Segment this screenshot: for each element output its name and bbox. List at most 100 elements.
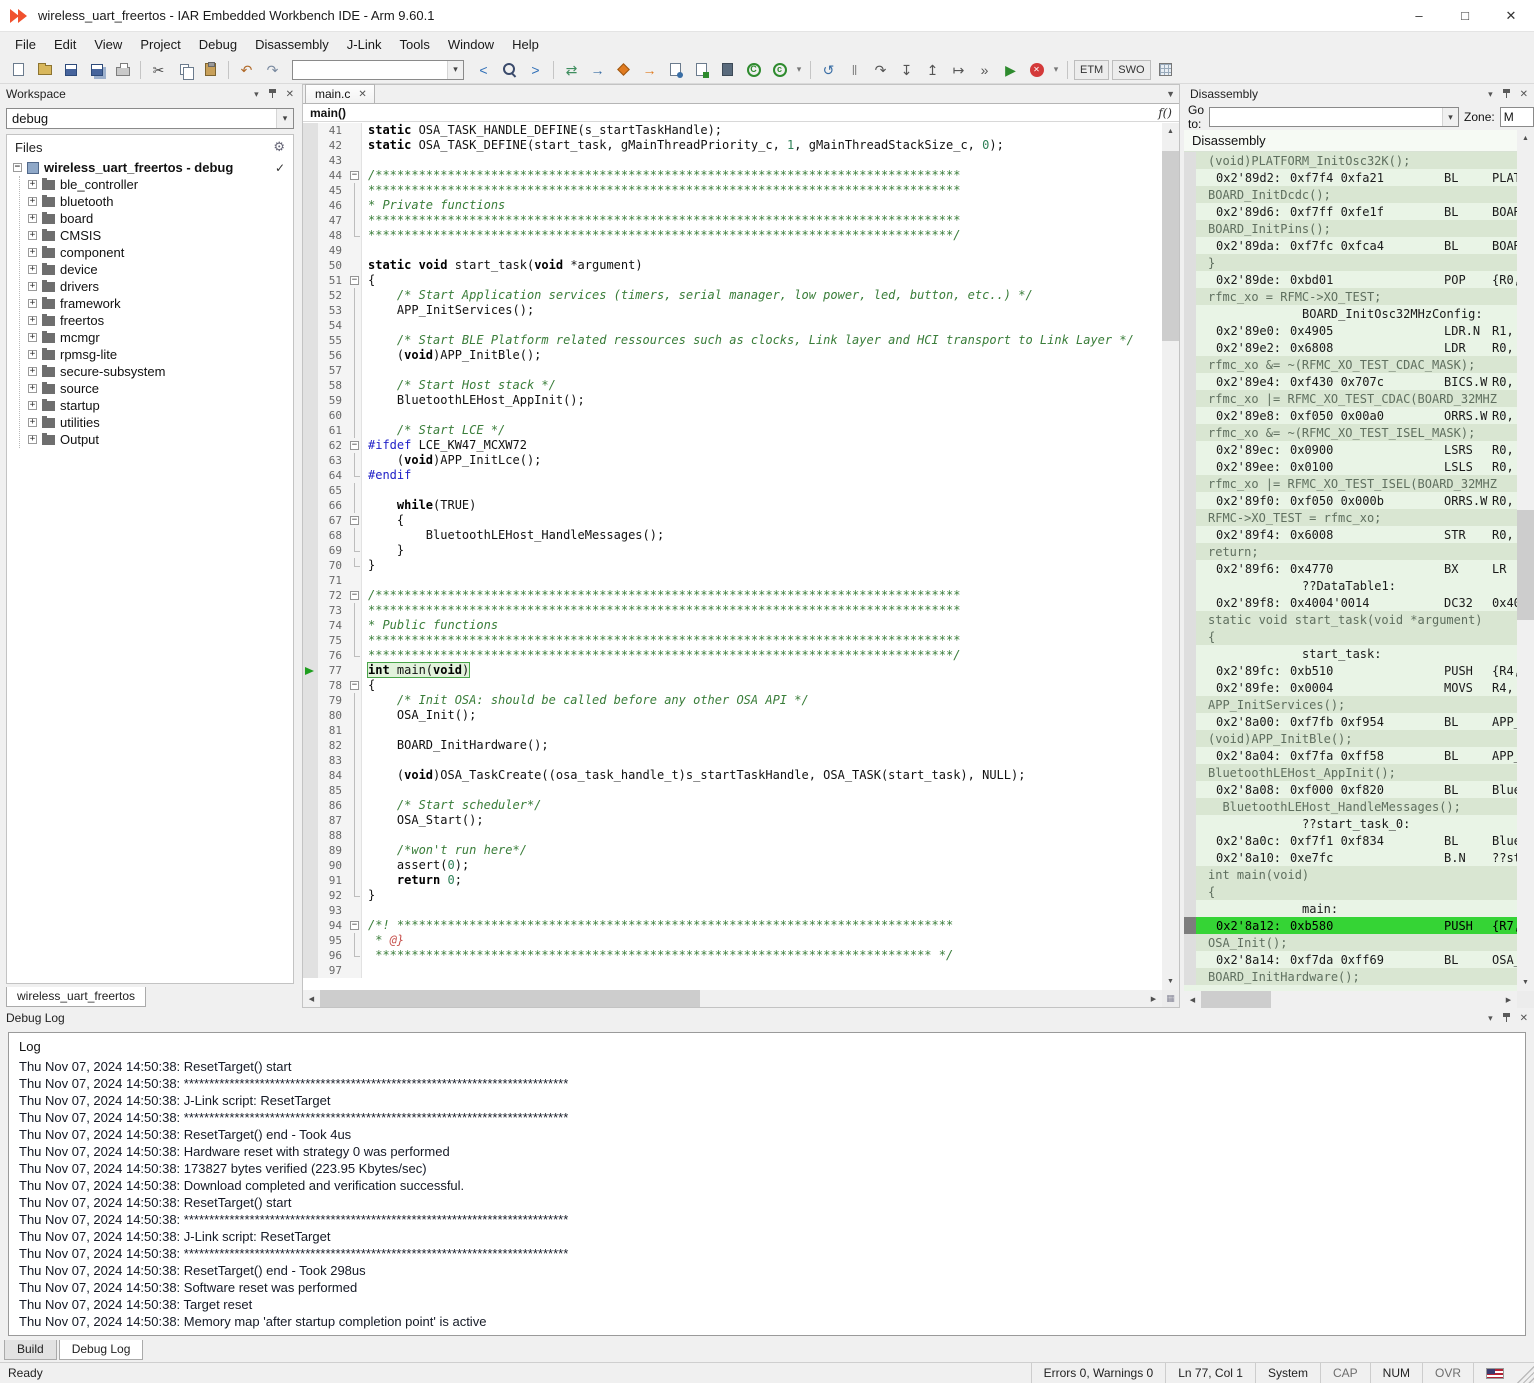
code-line[interactable]: 84 (void)OSA_TaskCreate((osa_task_handle… [303,768,1162,783]
disassembly-row[interactable]: rfmc_xo |= RFMC_XO_TEST_CDAC(BOARD_32MHZ [1184,390,1517,407]
close-icon[interactable]: ✕ [286,89,294,100]
code-line[interactable]: 57 [303,363,1162,378]
goto-input[interactable]: ▾ [1209,107,1459,127]
disassembly-row[interactable]: return; [1184,543,1517,560]
copy-button[interactable] [172,58,197,82]
code-line[interactable]: 76**************************************… [303,648,1162,663]
tree-item-utilities[interactable]: +utilities [20,414,293,431]
gutter-margin[interactable] [303,798,318,813]
tree-item-source[interactable]: +source [20,380,293,397]
cstat-clear-button[interactable]: c [767,58,792,82]
code-line[interactable]: 70} [303,558,1162,573]
expand-icon[interactable]: + [28,367,37,376]
editor-splitter-icon[interactable]: ▦ [1162,990,1179,1007]
step-out-button[interactable]: ↥ [920,58,945,82]
reset-button[interactable]: ↺ [816,58,841,82]
scroll-down-icon[interactable]: ▼ [1162,973,1179,990]
code-line[interactable]: 55 /* Start BLE Platform related ressour… [303,333,1162,348]
code-line[interactable]: 64#endif [303,468,1162,483]
close-icon[interactable]: ✕ [1520,1013,1528,1024]
gutter-margin[interactable] [303,558,318,573]
menu-item-tools[interactable]: Tools [390,34,438,55]
compile-button[interactable] [663,58,688,82]
gutter-margin[interactable] [303,453,318,468]
gutter-margin[interactable] [303,633,318,648]
disassembly-row[interactable]: 0x2'89f4:0x6008STRR0, [1184,526,1517,543]
code-line[interactable]: 95 * @} [303,933,1162,948]
disassembly-row[interactable]: BOARD_InitHardware(); [1184,968,1517,985]
gutter-margin[interactable] [303,858,318,873]
expand-icon[interactable]: + [28,197,37,206]
navigate-backward-button[interactable]: ⇄ [559,58,584,82]
step-over-button[interactable]: ↷ [868,58,893,82]
code-line[interactable]: 86 /* Start scheduler*/ [303,798,1162,813]
expand-icon[interactable]: + [28,248,37,257]
disassembly-row[interactable]: 0x2'8a00:0xf7fb 0xf954BLAPP_ [1184,713,1517,730]
gutter-margin[interactable] [303,228,318,243]
stop-debugging-button[interactable]: ✕ [1024,58,1049,82]
gutter-margin[interactable] [303,573,318,588]
expand-icon[interactable]: + [28,401,37,410]
next-statement-button[interactable]: ↦ [946,58,971,82]
gutter-margin[interactable] [303,258,318,273]
panel-menu-icon[interactable]: ▾ [254,89,259,100]
menu-item-view[interactable]: View [85,34,131,55]
gutter-margin[interactable] [303,243,318,258]
gutter-margin[interactable] [303,123,318,138]
code-line[interactable]: 96 *************************************… [303,948,1162,963]
gutter-margin[interactable] [303,318,318,333]
go-button[interactable]: ▶ [998,58,1023,82]
gutter-margin[interactable] [303,723,318,738]
gutter-margin[interactable] [303,543,318,558]
fold-toggle-icon[interactable]: − [350,441,359,450]
code-line[interactable]: 79 /* Init OSA: should be called before … [303,693,1162,708]
gutter-margin[interactable] [303,708,318,723]
gutter-margin[interactable] [303,753,318,768]
print-button[interactable] [110,58,135,82]
paste-button[interactable] [198,58,223,82]
tab-build[interactable]: Build [4,1340,57,1360]
fold-toggle-icon[interactable]: − [350,921,359,930]
disassembly-row[interactable]: main: [1184,900,1517,917]
tree-item-drivers[interactable]: +drivers [20,278,293,295]
disassembly-row[interactable]: APP_InitServices(); [1184,696,1517,713]
code-line[interactable]: 88 [303,828,1162,843]
menu-item-j-link[interactable]: J-Link [338,34,391,55]
gutter-margin[interactable] [303,528,318,543]
break-button[interactable]: ‖ [842,58,867,82]
zone-dropdown[interactable]: M [1500,107,1534,127]
tree-item-board[interactable]: +board [20,210,293,227]
code-line[interactable]: 53 APP_InitServices(); [303,303,1162,318]
status-errors[interactable]: Errors 0, Warnings 0 [1031,1363,1166,1383]
gutter-margin[interactable] [303,813,318,828]
scroll-right-icon[interactable]: ▶ [1145,990,1162,1007]
tab-close-icon[interactable]: ✕ [358,89,366,100]
language-flag-icon[interactable] [1486,1368,1504,1379]
code-line[interactable]: 43 [303,153,1162,168]
gutter-margin[interactable] [303,588,318,603]
disassembly-row[interactable]: 0x2'89d2:0xf7f4 0xfa21BLPLAT [1184,169,1517,186]
expand-icon[interactable]: + [28,418,37,427]
resize-grip[interactable] [1516,1363,1534,1383]
gutter-margin[interactable] [303,888,318,903]
code-line[interactable]: 45**************************************… [303,183,1162,198]
editor-vertical-scrollbar[interactable]: ▲ ▼ [1162,123,1179,990]
collapse-icon[interactable]: − [13,163,22,172]
gutter-margin[interactable] [303,903,318,918]
disassembly-row[interactable]: BOARD_InitOsc32MHzConfig: [1184,305,1517,322]
disassembly-row[interactable]: 0x2'89d6:0xf7ff 0xfe1fBLBOAR [1184,203,1517,220]
gutter-margin[interactable] [303,918,318,933]
disassembly-row[interactable]: BluetoothLEHost_AppInit(); [1184,764,1517,781]
pin-icon[interactable] [1502,89,1511,99]
tab-list-chevron-icon[interactable]: ▼ [1166,89,1175,99]
gear-icon[interactable]: ⚙ [273,139,285,155]
stop-build-button[interactable] [715,58,740,82]
pin-icon[interactable] [268,89,277,99]
scroll-right-icon[interactable]: ▶ [1500,991,1517,1008]
code-line[interactable]: 65 [303,483,1162,498]
code-line[interactable]: 80 OSA_Init(); [303,708,1162,723]
code-line[interactable]: 52 /* Start Application services (timers… [303,288,1162,303]
disassembly-row[interactable]: rfmc_xo = RFMC->XO_TEST; [1184,288,1517,305]
run-to-cursor-button[interactable]: » [972,58,997,82]
cstat-analyze-button[interactable]: C [741,58,766,82]
